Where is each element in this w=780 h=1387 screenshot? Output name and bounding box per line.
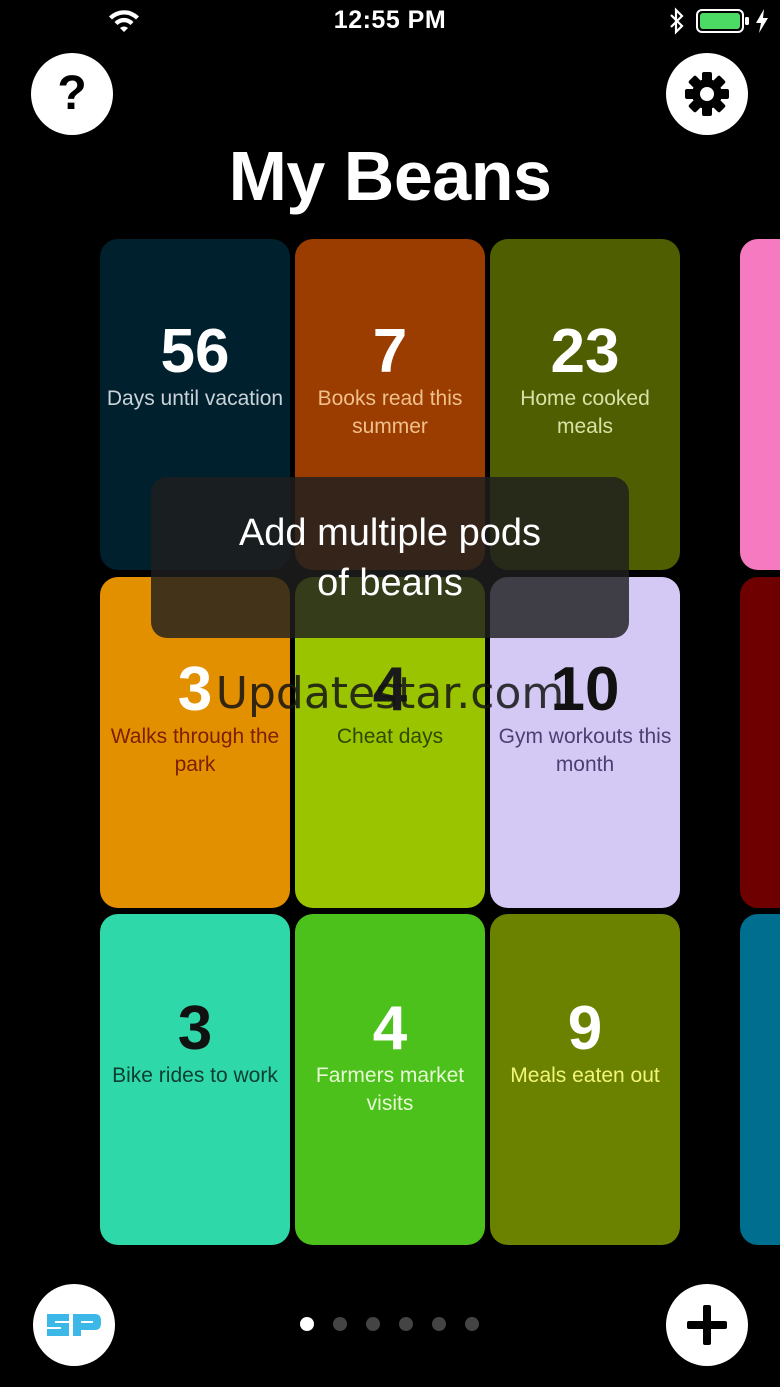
- tip-toast-line: Add multiple pods: [238, 511, 542, 554]
- charging-bolt-icon: [756, 9, 768, 33]
- tile-label: Books read this summer: [317, 387, 463, 438]
- status-time: 12:55 PM: [333, 6, 447, 34]
- sp-logo-icon: [47, 1314, 101, 1336]
- tip-toast-line: of beans: [317, 561, 463, 604]
- page-dot[interactable]: [465, 1317, 479, 1331]
- page-dot[interactable]: [432, 1317, 446, 1331]
- tile-value: 9: [567, 994, 603, 1063]
- help-icon: ?: [57, 67, 87, 120]
- gear-icon: [685, 72, 729, 116]
- tile-label: Bike rides to work: [112, 1064, 278, 1087]
- help-button[interactable]: ?: [31, 53, 113, 135]
- settings-button[interactable]: [666, 53, 748, 135]
- screen: 12:55 PM ? My Beans 56 Days until vacati…: [0, 0, 780, 1387]
- tile-value: 56: [160, 317, 230, 386]
- tile-label: Days until vacation: [106, 387, 284, 410]
- tile-label: Cheat days: [336, 725, 444, 748]
- tile-label: Farmers market visits: [315, 1064, 465, 1115]
- bean-tile-meals-eaten-out[interactable]: 9 Meals eaten out: [490, 914, 680, 1245]
- add-bean-button[interactable]: [666, 1284, 748, 1366]
- next-pod-tile[interactable]: [740, 577, 780, 908]
- app-logo-button[interactable]: [33, 1284, 115, 1366]
- page-dot[interactable]: [366, 1317, 380, 1331]
- page-indicator[interactable]: [300, 1317, 479, 1331]
- next-pod-tile[interactable]: [740, 239, 780, 570]
- tile-value: 7: [372, 317, 408, 386]
- battery-icon: [696, 9, 749, 33]
- bean-tile-bike-rides[interactable]: 3 Bike rides to work: [100, 914, 290, 1245]
- bluetooth-icon: [670, 7, 684, 35]
- tip-toast: Add multiple pods of beans: [151, 477, 629, 638]
- tile-label: Home cooked meals: [520, 387, 650, 438]
- tile-value: 3: [177, 994, 213, 1063]
- tile-label: Walks through the park: [110, 725, 280, 776]
- tile-label: Gym workouts this month: [498, 725, 672, 776]
- page-dot[interactable]: [300, 1317, 314, 1331]
- bean-tile-farmers-market[interactable]: 4 Farmers market visits: [295, 914, 485, 1245]
- page-dot[interactable]: [333, 1317, 347, 1331]
- watermark: Updatestar.com: [215, 668, 565, 719]
- page-dot[interactable]: [399, 1317, 413, 1331]
- next-pod-tile[interactable]: [740, 914, 780, 1245]
- page-title: My Beans: [228, 137, 552, 215]
- tile-value: 4: [372, 994, 408, 1063]
- tile-value: 23: [550, 317, 620, 386]
- tile-label: Meals eaten out: [510, 1064, 660, 1087]
- plus-icon: [687, 1305, 727, 1345]
